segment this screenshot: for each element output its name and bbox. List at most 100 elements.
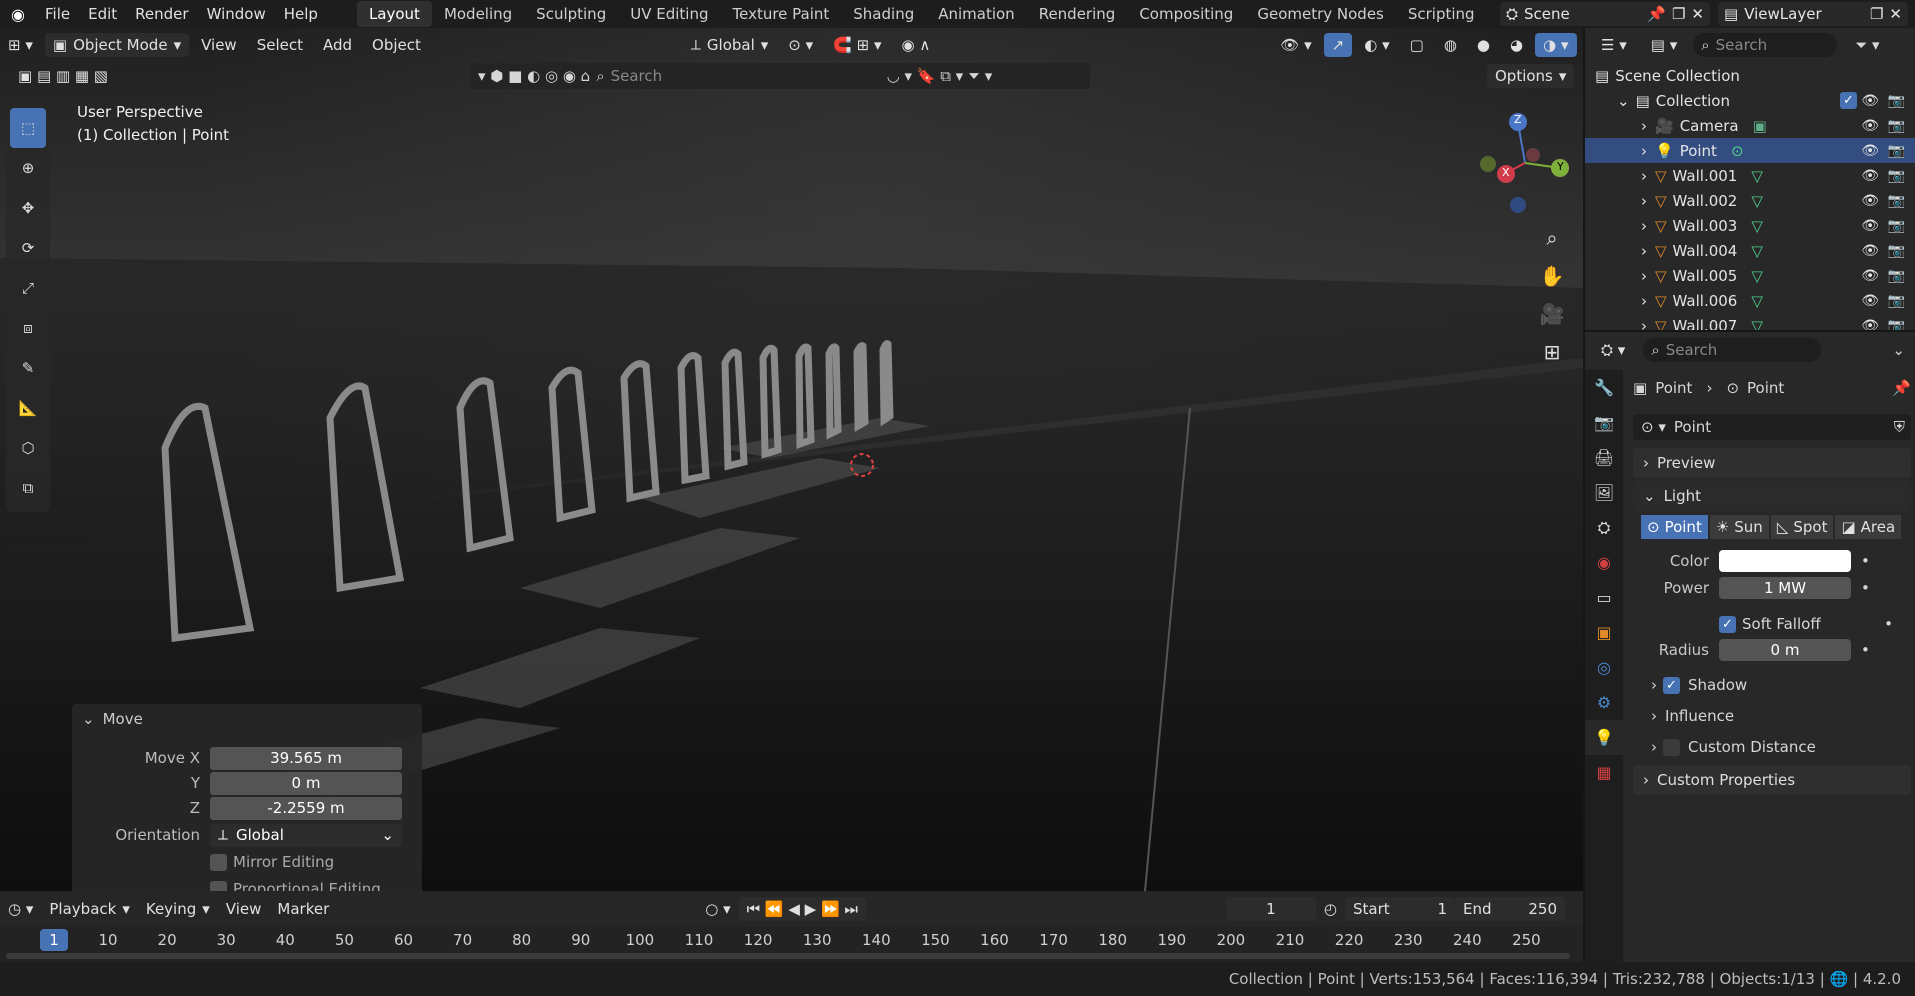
output-tab-icon[interactable]: 🖨 xyxy=(1585,440,1623,475)
influence-subpanel[interactable]: › Influence xyxy=(1633,703,1911,729)
pin-icon[interactable]: 📌 xyxy=(1892,379,1911,397)
eye-icon[interactable]: 👁 xyxy=(1861,168,1879,184)
expand-chevron-icon[interactable]: › xyxy=(1641,217,1647,235)
eye-icon[interactable]: 👁 xyxy=(1861,293,1879,309)
light-type-area[interactable]: ◪ Area xyxy=(1835,515,1902,539)
expand-chevron-icon[interactable]: › xyxy=(1641,167,1647,185)
menu-select[interactable]: Select xyxy=(249,33,311,57)
ortho-grid-icon[interactable]: ⊞ xyxy=(1536,336,1568,368)
camera-data-icon[interactable]: ▣ xyxy=(1753,117,1767,135)
xray-icon[interactable]: ▢ xyxy=(1402,33,1432,57)
zoom-icon[interactable]: ⌕ xyxy=(1536,222,1568,254)
editor-type-button[interactable]: ⊞ ▾ xyxy=(0,33,41,57)
menu-help[interactable]: Help xyxy=(275,5,327,23)
mirror-editing-checkbox[interactable] xyxy=(210,853,227,871)
expand-chevron-icon[interactable]: › xyxy=(1641,242,1647,260)
expand-chevron-icon[interactable]: › xyxy=(1641,142,1647,160)
color-swatch[interactable] xyxy=(1719,550,1851,572)
select-tool-icon[interactable]: ⬚ xyxy=(10,108,46,148)
render-camera-icon[interactable]: 📷 xyxy=(1888,293,1905,309)
tab-rendering[interactable]: Rendering xyxy=(1027,1,1128,27)
measure-tool-icon[interactable]: 📐 xyxy=(10,388,46,428)
eye-icon[interactable]: 👁 xyxy=(1861,243,1879,259)
collapse-chevron-icon[interactable]: ⌄ xyxy=(82,710,95,728)
eye-icon[interactable]: 👁 xyxy=(1861,193,1879,209)
menu-render[interactable]: Render xyxy=(126,5,197,23)
scene-tab-icon[interactable]: ⛭ xyxy=(1585,510,1623,545)
keyframe-dot-icon[interactable]: • xyxy=(1884,615,1911,633)
outliner-item[interactable]: › ▽ Wall.003 ▽ 👁 📷 xyxy=(1585,213,1915,238)
mesh-data-icon[interactable]: ▽ xyxy=(1751,217,1763,235)
render-camera-icon[interactable]: 📷 xyxy=(1888,243,1905,259)
proportional-editing-icon[interactable]: ◉ ∧ xyxy=(893,33,938,57)
eye-icon[interactable]: 👁 xyxy=(1861,118,1879,134)
collection-row[interactable]: ⌄ ▤ Collection ✓ 👁 📷 xyxy=(1585,88,1915,113)
eye-icon[interactable]: 👁 xyxy=(1861,218,1879,234)
move-tool-icon[interactable]: ✥ xyxy=(10,188,46,228)
light-type-sun[interactable]: ☀ Sun xyxy=(1709,515,1769,539)
shading-material-icon[interactable]: ◕ xyxy=(1502,33,1531,57)
mesh-data-icon[interactable]: ▽ xyxy=(1751,292,1763,310)
mesh-data-icon[interactable]: ▽ xyxy=(1751,242,1763,260)
world-tab-icon[interactable]: ◉ xyxy=(1585,545,1623,580)
shadow-checkbox[interactable]: ✓ xyxy=(1663,676,1680,694)
physics-tab-icon[interactable]: ◎ xyxy=(1585,650,1623,685)
gizmo-toggle-icon[interactable]: ↗ xyxy=(1323,33,1353,57)
tab-layout[interactable]: Layout xyxy=(356,1,432,27)
mesh-data-icon[interactable]: ▽ xyxy=(1751,267,1763,285)
expand-chevron-icon[interactable]: ⌄ xyxy=(1617,92,1630,110)
render-camera-icon[interactable]: 📷 xyxy=(1888,143,1905,159)
tab-sculpting[interactable]: Sculpting xyxy=(524,1,618,27)
filter-icons[interactable]: ◡ ▾ 🔖 ⧉ ▾ ⏷ ▾ xyxy=(887,67,993,85)
outliner-item[interactable]: › ▽ Wall.006 ▽ 👁 📷 xyxy=(1585,288,1915,313)
view-layer-selector[interactable]: ▤ ViewLayer ❐ ✕ xyxy=(1718,2,1908,26)
overlays-icon[interactable]: ◐ ▾ xyxy=(1356,33,1397,57)
light-panel-header[interactable]: ⌄ Light xyxy=(1633,481,1911,511)
mesh-data-icon[interactable]: ▽ xyxy=(1751,192,1763,210)
expand-chevron-icon[interactable]: › xyxy=(1641,192,1647,210)
properties-editor-type-icon[interactable]: ⛭ ▾ xyxy=(1593,338,1633,362)
light-type-point[interactable]: ⊙ Point xyxy=(1641,515,1708,539)
menu-add[interactable]: Add xyxy=(315,33,360,57)
visibility-icon[interactable]: 👁 ▾ xyxy=(1272,33,1319,57)
annotate-tool-icon[interactable]: ✎ xyxy=(10,348,46,388)
shading-rendered-icon[interactable]: ◑ ▾ xyxy=(1535,33,1577,57)
menu-view[interactable]: View xyxy=(193,33,245,57)
render-tab-icon[interactable]: 📷 xyxy=(1585,405,1623,440)
radius-field[interactable]: 0 m xyxy=(1719,639,1851,661)
menu-window[interactable]: Window xyxy=(198,5,275,23)
3d-viewport[interactable]: ⊞ ▾ ▣ Object Mode ▾ View Select Add Obje… xyxy=(0,28,1583,891)
expand-chevron-icon[interactable]: › xyxy=(1641,117,1647,135)
soft-falloff-checkbox[interactable]: ✓ xyxy=(1719,615,1736,633)
outliner-item[interactable]: › 💡 Point ⊙ 👁 📷 xyxy=(1585,138,1915,163)
move-z-field[interactable]: -2.2559 m xyxy=(210,796,402,820)
data-block-selector[interactable]: ⊙ ▾ Point ⛨ xyxy=(1633,414,1911,440)
menu-marker[interactable]: Marker xyxy=(269,897,337,921)
render-camera-icon[interactable]: 📷 xyxy=(1888,168,1905,184)
expand-chevron-icon[interactable]: › xyxy=(1641,267,1647,285)
move-y-field[interactable]: 0 m xyxy=(210,771,402,795)
close-icon[interactable]: ✕ xyxy=(1889,5,1902,23)
rotate-tool-icon[interactable]: ⟳ xyxy=(10,228,46,268)
eye-icon[interactable]: 👁 xyxy=(1861,268,1879,284)
shadow-subpanel[interactable]: › ✓ Shadow xyxy=(1633,672,1911,698)
scene-selector[interactable]: ⛭ Scene 📌 ❐ ✕ xyxy=(1500,2,1710,26)
menu-keying[interactable]: Keying ▾ xyxy=(138,897,218,921)
tab-uv-editing[interactable]: UV Editing xyxy=(618,1,720,27)
tab-texture-paint[interactable]: Texture Paint xyxy=(720,1,841,27)
tab-animation[interactable]: Animation xyxy=(926,1,1026,27)
power-field[interactable]: 1 MW xyxy=(1719,577,1851,599)
snap-icon[interactable]: 🧲 ⊞ ▾ xyxy=(825,33,889,57)
mesh-data-icon[interactable]: ▽ xyxy=(1751,167,1763,185)
menu-object[interactable]: Object xyxy=(364,33,429,57)
display-mode-icon[interactable]: ▤ ▾ xyxy=(1643,33,1685,57)
scale-tool-icon[interactable]: ⤢ xyxy=(10,268,46,308)
light-data-icon[interactable]: ⊙ xyxy=(1731,142,1744,160)
camera-view-icon[interactable]: 🎥 xyxy=(1536,298,1568,330)
render-camera-icon[interactable]: 📷 xyxy=(1888,93,1905,109)
asset-search-input[interactable]: Search xyxy=(611,67,881,85)
timeline-scrollbar[interactable] xyxy=(6,953,1570,959)
tab-shading[interactable]: Shading xyxy=(841,1,926,27)
pan-hand-icon[interactable]: ✋ xyxy=(1536,260,1568,292)
new-scene-icon[interactable]: ❐ xyxy=(1672,5,1685,23)
